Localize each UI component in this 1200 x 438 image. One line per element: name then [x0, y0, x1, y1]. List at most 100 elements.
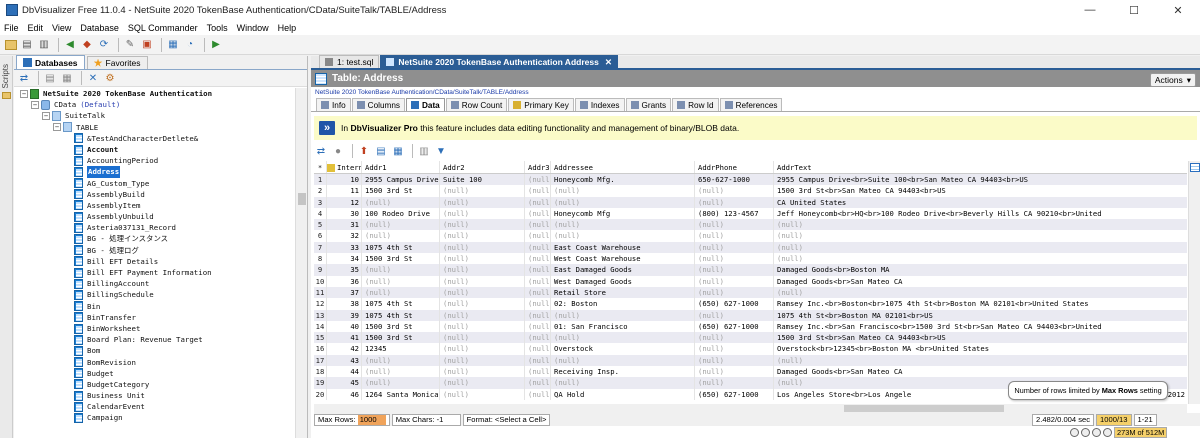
table-cell[interactable]: 43	[327, 354, 362, 367]
row-number[interactable]: 6	[314, 230, 327, 242]
table-cell[interactable]: 41	[327, 332, 362, 344]
column-header[interactable]: Addr1	[362, 161, 440, 173]
table-cell[interactable]: (null)	[695, 275, 774, 287]
table-row[interactable]: 164212345(null)(null)Overstock(null)Over…	[314, 343, 1187, 355]
tree-node[interactable]: AssemblyBuild	[14, 189, 294, 200]
table-cell[interactable]: Damaged Goods<br>San Mateo CA	[774, 276, 1104, 287]
table-cell[interactable]: (null)	[440, 320, 525, 333]
collapse-toggle-icon[interactable]: −	[42, 111, 50, 120]
table-cell[interactable]: (null)	[525, 264, 551, 276]
table-cell[interactable]: (null)	[525, 366, 551, 378]
table-cell[interactable]: East Damaged Goods	[551, 264, 695, 276]
table-cell[interactable]: (null)	[362, 275, 440, 287]
table-cell[interactable]: 1075 4th St<br>Boston MA 02101<br>US	[774, 310, 1104, 321]
maximize-button[interactable]: ☐	[1112, 0, 1156, 20]
grid-view-icon[interactable]: ▦	[391, 144, 405, 158]
column-header[interactable]: AddrText	[774, 161, 1104, 173]
row-number[interactable]: 19	[314, 377, 327, 389]
table-cell[interactable]: (null)	[362, 354, 440, 367]
table-cell[interactable]: 100 Rodeo Drive	[362, 207, 440, 220]
table-cell[interactable]: (null)	[440, 309, 525, 321]
filter-tree-icon[interactable]: ▦	[60, 71, 74, 85]
tree-scrollbar[interactable]	[295, 88, 307, 438]
table-cell[interactable]: 12345	[362, 343, 440, 355]
disconnect-icon[interactable]: ◆	[80, 38, 94, 52]
table-cell[interactable]: Ramsey Inc.<br>San Francisco<br>1500 3rd…	[774, 321, 1104, 332]
menu-sql-commander[interactable]: SQL Commander	[128, 23, 198, 33]
table-cell[interactable]: (null)	[551, 309, 695, 321]
folder-icon[interactable]	[2, 92, 11, 99]
row-number[interactable]: 16	[314, 343, 327, 355]
table-cell[interactable]: West Coast Warehouse	[551, 253, 695, 265]
table-cell[interactable]: 1075 4th St	[362, 309, 440, 321]
table-cell[interactable]: (null)	[440, 286, 525, 299]
tree-node[interactable]: AG_Custom_Type	[14, 178, 294, 189]
table-cell[interactable]: 1500 3rd St	[362, 332, 440, 344]
column-header[interactable]: Addressee	[551, 161, 695, 173]
table-cell[interactable]: (null)	[440, 366, 525, 378]
row-number[interactable]: 18	[314, 366, 327, 378]
table-cell[interactable]: 1500 3rd St	[362, 185, 440, 197]
column-header[interactable]: *	[314, 161, 327, 173]
connect-icon[interactable]: ◀	[63, 38, 77, 52]
close-button[interactable]: ✕	[1156, 0, 1200, 20]
filter-icon[interactable]: ▼	[434, 144, 448, 158]
table-cell[interactable]: 33	[327, 241, 362, 254]
refresh-icon[interactable]: ⟳	[97, 38, 111, 52]
table-cell[interactable]: (null)	[440, 298, 525, 310]
column-header[interactable]: Addr2	[440, 161, 525, 173]
save-all-icon[interactable]: ▥	[37, 38, 51, 52]
table-cell[interactable]: (null)	[525, 241, 551, 254]
table-cell[interactable]: (null)	[362, 377, 440, 389]
table-row[interactable]: 935(null)(null)(null)East Damaged Goods(…	[314, 264, 1187, 276]
menu-view[interactable]: View	[52, 23, 71, 33]
table-cell[interactable]: (null)	[695, 264, 774, 276]
table-cell[interactable]: 01: San Francisco	[551, 320, 695, 333]
table-row[interactable]: 1137(null)(null)(null)Retail Store(null)…	[314, 286, 1187, 299]
table-cell[interactable]: 1500 3rd St<br>San Mateo CA 94403<br>US	[774, 185, 1104, 196]
table-cell[interactable]: 39	[327, 309, 362, 321]
table-cell[interactable]: 32	[327, 230, 362, 242]
memory-usage[interactable]: 273M of 512M	[1114, 427, 1168, 438]
table-cell[interactable]: (null)	[774, 253, 1104, 264]
table-cell[interactable]: (null)	[695, 366, 774, 378]
table-cell[interactable]: (null)	[440, 230, 525, 242]
sync-icon[interactable]: ⇄	[17, 71, 31, 85]
row-number[interactable]: 8	[314, 253, 327, 265]
table-cell[interactable]: (null)	[525, 332, 551, 344]
row-number[interactable]: 12	[314, 298, 327, 310]
sync-status-icon[interactable]	[1081, 428, 1090, 437]
tree-node[interactable]: BillingSchedule	[14, 289, 294, 300]
table-cell[interactable]: (null)	[551, 196, 695, 208]
row-number[interactable]: 20	[314, 388, 327, 400]
grid-status-icon[interactable]	[1070, 428, 1079, 437]
table-cell[interactable]: 31	[327, 219, 362, 231]
column-header[interactable]: Addr3	[525, 161, 551, 173]
row-number[interactable]: 5	[314, 219, 327, 231]
table-cell[interactable]: 37	[327, 286, 362, 299]
tab-grants[interactable]: Grants	[625, 98, 672, 111]
grid-horizontal-scrollbar[interactable]	[314, 404, 1187, 413]
menu-window[interactable]: Window	[237, 23, 269, 33]
gc-icon[interactable]	[1103, 428, 1112, 437]
table-cell[interactable]: (null)	[362, 219, 440, 231]
format-field[interactable]: Format: <Select a Cell>	[462, 413, 551, 426]
tree-node[interactable]: &TestAndCharacterDetlete&	[14, 133, 294, 144]
table-cell[interactable]: (null)	[695, 377, 774, 389]
table-cell[interactable]: (null)	[695, 196, 774, 208]
layout-icon[interactable]: ▤	[374, 144, 388, 158]
reload-icon[interactable]: ⇄	[314, 144, 328, 158]
table-row[interactable]: 430100 Rodeo Drive(null)(null)Honeycomb …	[314, 207, 1187, 220]
table-row[interactable]: 13391075 4th St(null)(null)(null)(null)1…	[314, 309, 1187, 321]
tree-node[interactable]: BG - 処理ログ	[14, 245, 294, 256]
table-cell[interactable]: 2955 Campus Drive	[362, 174, 440, 186]
row-number[interactable]: 4	[314, 207, 327, 220]
object-path[interactable]: NetSuite 2020 TokenBase Authentication/C…	[311, 87, 1200, 98]
menu-edit[interactable]: Edit	[28, 23, 44, 33]
table-cell[interactable]: 38	[327, 298, 362, 310]
table-cell[interactable]: (null)	[695, 253, 774, 265]
table-cell[interactable]: (null)	[440, 253, 525, 265]
table-row[interactable]: 12381075 4th St(null)(null)02: Boston(65…	[314, 298, 1187, 310]
collapse-icon[interactable]: ✕	[86, 71, 100, 85]
table-cell[interactable]: 44	[327, 366, 362, 378]
